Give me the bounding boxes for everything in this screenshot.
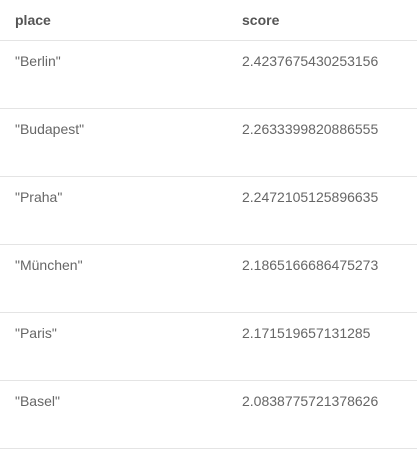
score-cell: 2.2633399820886555 <box>227 108 417 177</box>
score-cell: 2.0838775721378626 <box>227 380 417 449</box>
column-header-place[interactable]: place <box>0 0 227 41</box>
place-cell: "Praha" <box>0 176 227 245</box>
table-row[interactable]: "Paris" 2.171519657131285 <box>0 312 417 381</box>
table-header: place score <box>0 0 417 41</box>
place-cell: "Berlin" <box>0 40 227 109</box>
score-cell: 2.4237675430253156 <box>227 40 417 109</box>
table-row[interactable]: "Budapest" 2.2633399820886555 <box>0 108 417 177</box>
table-row[interactable]: "Berlin" 2.4237675430253156 <box>0 40 417 109</box>
score-cell: 2.1865166686475273 <box>227 244 417 313</box>
place-cell: "Paris" <box>0 312 227 381</box>
table-row[interactable]: "Basel" 2.0838775721378626 <box>0 380 417 449</box>
results-table: place score "Berlin" 2.4237675430253156 … <box>0 0 417 449</box>
table-body: "Berlin" 2.4237675430253156 "Budapest" 2… <box>0 40 417 449</box>
header-row: place score <box>0 0 417 41</box>
place-cell: "Budapest" <box>0 108 227 177</box>
column-header-score[interactable]: score <box>227 0 417 41</box>
score-cell: 2.171519657131285 <box>227 312 417 381</box>
score-cell: 2.2472105125896635 <box>227 176 417 245</box>
place-cell: "München" <box>0 244 227 313</box>
table-row[interactable]: "Praha" 2.2472105125896635 <box>0 176 417 245</box>
table-row[interactable]: "München" 2.1865166686475273 <box>0 244 417 313</box>
place-cell: "Basel" <box>0 380 227 449</box>
